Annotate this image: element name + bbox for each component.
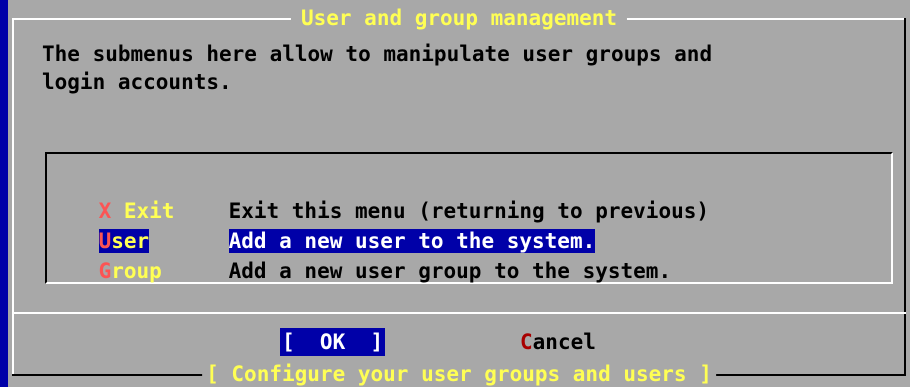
dialog-window: User and group management The submenus h… [8,0,910,387]
cancel-label: ancel [532,330,596,354]
cancel-hotkey: C [520,330,533,354]
menu-item-user[interactable]: User Add a new user to the system. [48,201,596,253]
dialog-footer-hint: [ Configure your user groups and users ] [202,362,716,386]
button-bar: [ OK ] Cancel [8,328,910,356]
menu-item-hotkey: G [98,259,112,283]
menu-item-exit[interactable]: X Exit Exit this menu (returning to previ… [48,171,709,223]
dialog-title: User and group management [290,6,628,30]
dialog-frame-right [904,18,906,376]
dialog-description: The submenus here allow to manipulate us… [42,42,713,94]
ok-button[interactable]: [ OK ] [280,328,386,356]
menu-item-tag-text: roup [111,259,162,283]
menu-item-tag: Group [99,258,229,285]
dialog-separator [12,312,906,314]
menu-item-group[interactable]: Group Add a new user group to the system. [48,231,672,283]
cancel-button[interactable]: Cancel [520,328,596,356]
menu-item-description: Add a new user group to the system. [228,259,672,283]
dialog-frame-left [12,18,14,376]
